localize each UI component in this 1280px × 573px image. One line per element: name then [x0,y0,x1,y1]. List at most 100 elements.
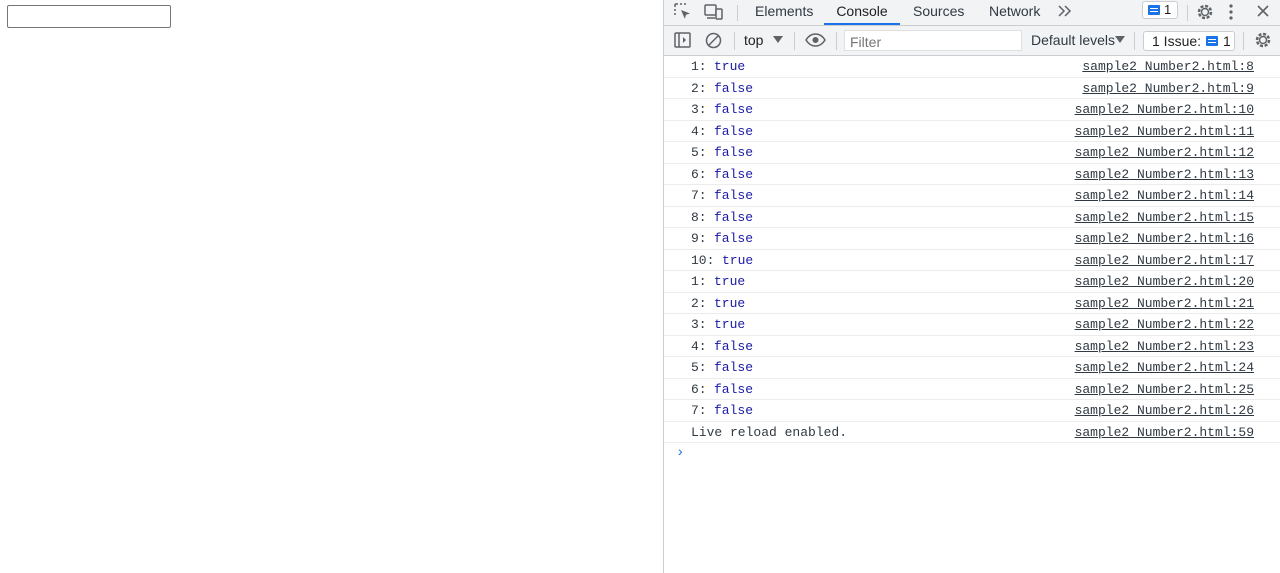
log-index: 4: [691,123,707,139]
log-value: false [714,403,754,418]
console-output: 1: true sample2_Number2.html:8 2: false samp… [664,56,1280,573]
tab-sources[interactable]: Sources [913,0,964,25]
log-value: false [714,123,754,139]
log-index: 9: [691,231,707,246]
log-index: 7: [691,403,707,418]
page-text-input[interactable] [7,5,171,28]
console-message: Live reload enabled. sample2_Number2.html… [664,422,1280,443]
device-toolbar-icon[interactable] [704,3,724,21]
source-link[interactable]: sample2_Number2.html:25 [1075,379,1254,400]
source-link[interactable]: sample2_Number2.html:23 [1075,336,1254,357]
log-index: 2: [691,80,707,96]
log-value: true [714,274,746,289]
log-index: 3: [691,102,707,117]
more-tabs-icon[interactable] [1057,4,1073,18]
log-value: false [714,381,754,397]
log-value: false [714,102,754,117]
eye-icon[interactable] [805,33,826,47]
issues-button[interactable]: 1 Issue: 1 [1143,31,1235,51]
toolbar-divider [1187,5,1188,21]
source-link[interactable]: sample2_Number2.html:12 [1075,142,1254,163]
log-text: Live reload enabled. [691,424,848,440]
console-message: 3: true sample2_Number2.html:22 [664,314,1280,336]
issues-label: 1 Issue: [1152,33,1202,49]
source-link[interactable]: sample2_Number2.html:20 [1075,271,1254,292]
source-link[interactable]: sample2_Number2.html:9 [1082,78,1254,99]
kebab-menu-icon[interactable] [1228,3,1234,21]
issues-count: 1 [1223,33,1231,49]
console-message: 3: false sample2_Number2.html:10 [664,99,1280,121]
console-message: 5: false sample2_Number2.html:24 [664,357,1280,379]
source-link[interactable]: sample2_Number2.html:15 [1075,207,1254,228]
tab-console[interactable]: Console [824,0,900,25]
log-index: 10: [691,252,715,268]
log-value: false [714,166,754,182]
console-message: 8: false sample2_Number2.html:15 [664,207,1280,228]
web-page-viewport [0,0,663,573]
settings-icon[interactable] [1254,31,1272,49]
log-value: false [714,188,754,203]
source-link[interactable]: sample2_Number2.html:14 [1075,185,1254,206]
source-link[interactable]: sample2_Number2.html:24 [1075,357,1254,378]
log-value: false [714,338,754,354]
sidebar-toggle-icon[interactable] [674,32,691,48]
log-value: false [714,231,754,246]
source-link[interactable]: sample2_Number2.html:10 [1075,99,1254,120]
console-message: 4: false sample2_Number2.html:11 [664,121,1280,142]
source-link[interactable]: sample2_Number2.html:11 [1075,121,1254,142]
console-message: 9: false sample2_Number2.html:16 [664,228,1280,250]
console-message: 4: false sample2_Number2.html:23 [664,336,1280,357]
tab-elements[interactable]: Elements [755,0,813,25]
console-filter-input[interactable] [844,30,1022,51]
log-value: true [714,317,746,332]
settings-icon[interactable] [1196,3,1214,21]
console-prompt[interactable]: › [676,445,684,461]
dropdown-arrow-icon [1115,36,1125,43]
source-link[interactable]: sample2_Number2.html:22 [1075,314,1254,335]
source-link[interactable]: sample2_Number2.html:59 [1075,422,1254,443]
console-message: 1: true sample2_Number2.html:20 [664,271,1280,293]
log-value: false [714,360,754,375]
log-value: true [714,295,746,311]
console-message: 2: false sample2_Number2.html:9 [664,78,1280,99]
toolbar-divider [734,32,735,50]
toolbar-divider [794,32,795,50]
log-index: 1: [691,59,707,74]
tab-network[interactable]: Network [989,0,1040,25]
context-selector[interactable]: top [744,26,788,55]
clear-console-icon[interactable] [705,32,722,49]
devtools-panel: Elements Console Sources Network 1 top F… [663,0,1280,573]
source-link[interactable]: sample2_Number2.html:26 [1075,400,1254,421]
source-link[interactable]: sample2_Number2.html:21 [1075,293,1254,314]
toolbar-divider [1243,32,1244,50]
devtools-tab-bar: Elements Console Sources Network 1 [664,0,1280,26]
log-levels-dropdown[interactable]: Default levels [1031,26,1127,55]
log-value: true [722,252,754,268]
console-message: 7: false sample2_Number2.html:14 [664,185,1280,207]
log-value: true [714,59,746,74]
log-index: 7: [691,188,707,203]
toolbar-divider [836,32,837,50]
log-index: 6: [691,166,707,182]
log-value: false [714,209,754,225]
source-link[interactable]: sample2_Number2.html:16 [1075,228,1254,249]
source-link[interactable]: sample2_Number2.html:13 [1075,164,1254,185]
log-index: 5: [691,145,707,160]
console-message: 5: false sample2_Number2.html:12 [664,142,1280,164]
source-link[interactable]: sample2_Number2.html:8 [1082,56,1254,77]
log-index: 2: [691,295,707,311]
log-index: 3: [691,317,707,332]
inspect-icon[interactable] [674,3,692,21]
console-message: 10: true sample2_Number2.html:17 [664,250,1280,271]
messages-count: 1 [1164,2,1172,17]
console-message: 6: false sample2_Number2.html:13 [664,164,1280,185]
log-index: 4: [691,338,707,354]
log-levels-label: Default levels [1031,32,1116,48]
log-index: 8: [691,209,707,225]
console-message: 1: true sample2_Number2.html:8 [664,56,1280,78]
messages-badge[interactable]: 1 [1142,1,1178,19]
toolbar-divider [1134,32,1135,50]
console-message: 7: false sample2_Number2.html:26 [664,400,1280,422]
close-icon[interactable] [1256,4,1270,18]
source-link[interactable]: sample2_Number2.html:17 [1075,250,1254,271]
